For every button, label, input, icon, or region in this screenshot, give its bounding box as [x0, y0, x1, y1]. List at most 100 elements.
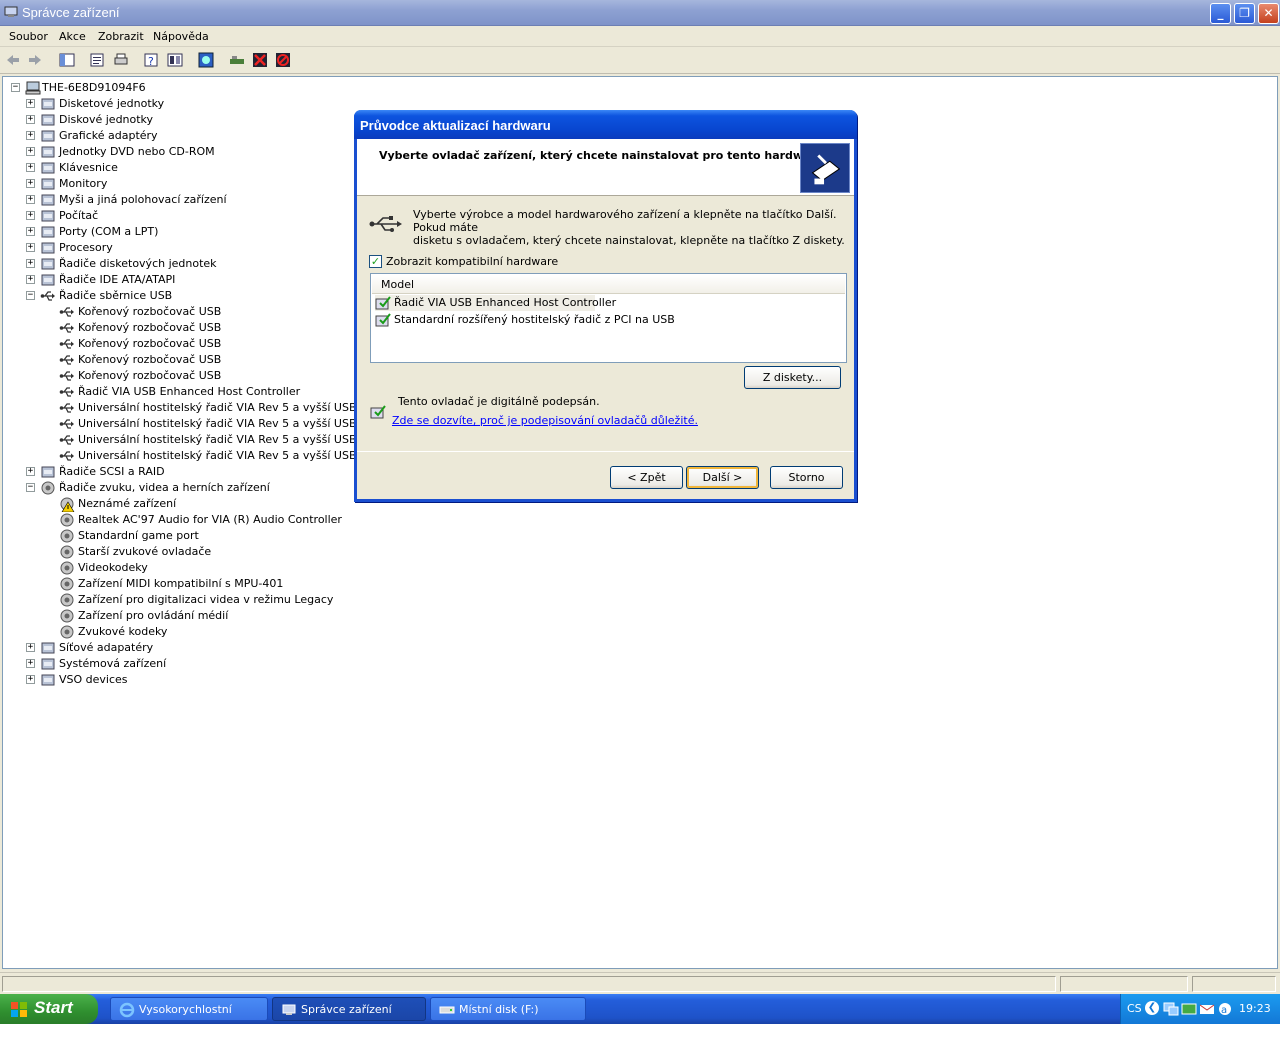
expand-toggle[interactable]: + — [26, 99, 35, 108]
expand-toggle[interactable]: + — [26, 211, 35, 220]
tree-item-label: Zvukové kodeky — [78, 625, 168, 638]
task-device-manager[interactable]: Správce zařízení — [272, 997, 426, 1021]
properties-icon[interactable] — [89, 52, 105, 68]
windows-logo-icon — [11, 1002, 27, 1017]
expand-toggle[interactable]: + — [26, 659, 35, 668]
show-hide-tree-icon[interactable] — [59, 52, 75, 68]
expand-toggle[interactable]: + — [26, 275, 35, 284]
floppy-drive-icon — [41, 98, 55, 110]
system-device-icon — [41, 658, 55, 670]
next-button[interactable]: Další > — [686, 466, 759, 489]
drive-icon — [439, 1006, 455, 1014]
sound-icon — [60, 561, 74, 575]
back-icon[interactable] — [5, 52, 21, 68]
usb-icon — [59, 323, 74, 333]
port-icon — [41, 226, 55, 238]
tree-item-label: Porty (COM a LPT) — [59, 225, 159, 238]
task-local-disk[interactable]: Místní disk (F:) — [430, 997, 586, 1021]
tree-item-label: Klávesnice — [59, 161, 118, 174]
tree-item-label: Realtek AC'97 Audio for VIA (R) Audio Co… — [78, 513, 342, 526]
expand-toggle[interactable]: + — [26, 259, 35, 268]
dialog-header: Vyberte ovladač zařízení, který chcete n… — [357, 139, 854, 196]
cancel-button[interactable]: Storno — [770, 466, 843, 489]
menu-soubor[interactable]: Soubor — [9, 30, 48, 43]
expand-toggle[interactable]: + — [26, 163, 35, 172]
hardware-update-wizard-dialog: Průvodce aktualizací hardwaru Vyberte ov… — [354, 110, 857, 502]
expand-toggle[interactable]: + — [26, 243, 35, 252]
uninstall-icon[interactable] — [252, 52, 268, 68]
forward-icon[interactable] — [27, 52, 43, 68]
print-icon[interactable] — [113, 52, 129, 68]
from-disk-button[interactable]: Z diskety... — [744, 366, 841, 389]
task-label: Místní disk (F:) — [459, 1003, 539, 1016]
expand-toggle[interactable]: + — [26, 195, 35, 204]
back-button[interactable]: < Zpět — [610, 466, 683, 489]
hardware-tray-icon[interactable] — [1181, 1001, 1197, 1017]
keyboard-icon — [41, 162, 55, 174]
tree-item-label: Myši a jiná polohovací zařízení — [59, 193, 227, 206]
view-icon[interactable] — [167, 52, 183, 68]
collapse-toggle[interactable]: − — [26, 291, 35, 300]
tree-item-label: Zařízení pro ovládání médií — [78, 609, 229, 622]
scan-hardware-icon[interactable] — [198, 52, 214, 68]
model-list[interactable]: Model Řadič VIA USB Enhanced Host Contro… — [370, 273, 847, 363]
tray-expand-icon[interactable]: ❮ — [1145, 1001, 1159, 1015]
cdrom-icon — [41, 146, 55, 158]
mouse-icon — [41, 194, 55, 206]
network-adapter-icon — [41, 642, 55, 654]
tree-item-label: Řadiče IDE ATA/ATAPI — [59, 273, 176, 286]
maximize-button[interactable]: ❐ — [1234, 3, 1255, 24]
tree-item-label: Jednotky DVD nebo CD-ROM — [59, 145, 215, 158]
network-tray-icon[interactable] — [1163, 1001, 1179, 1017]
expand-toggle[interactable]: + — [26, 131, 35, 140]
checkbox-box[interactable]: ✓ — [369, 255, 382, 268]
usb-icon — [59, 387, 74, 397]
display-adapter-icon — [41, 130, 55, 142]
task-ie[interactable]: Vysokorychlostní host... — [110, 997, 268, 1040]
status-cell — [1060, 976, 1188, 992]
list-header[interactable]: Model — [372, 275, 845, 294]
language-indicator[interactable]: CS — [1127, 1002, 1142, 1015]
mail-tray-icon[interactable] — [1199, 1001, 1215, 1017]
expand-toggle[interactable]: + — [26, 147, 35, 156]
expand-toggle[interactable]: + — [26, 179, 35, 188]
expand-toggle[interactable]: + — [26, 467, 35, 476]
usb-icon — [40, 291, 55, 301]
tree-item-label: Standardní game port — [78, 529, 199, 542]
minimize-button[interactable]: _ — [1210, 3, 1231, 24]
expand-toggle[interactable]: + — [26, 115, 35, 124]
menu-napoveda[interactable]: Nápověda — [153, 30, 209, 43]
tree-item-label: Diskové jednotky — [59, 113, 154, 126]
sound-icon — [60, 609, 74, 623]
expand-toggle[interactable]: + — [26, 227, 35, 236]
start-button[interactable]: Start — [0, 994, 98, 1024]
signed-text: Tento ovladač je digitálně podepsán. — [398, 395, 600, 408]
tree-item-label: Systémová zařízení — [59, 657, 167, 670]
antivirus-tray-icon[interactable]: a — [1217, 1001, 1233, 1017]
tree-item-label: Kořenový rozbočovač USB — [78, 321, 222, 334]
expand-toggle[interactable]: + — [26, 643, 35, 652]
menu-zobrazit[interactable]: Zobrazit — [98, 30, 144, 43]
title-bar[interactable]: Správce zařízení _ ❐ ✕ — [0, 0, 1280, 26]
usb-icon — [59, 339, 74, 349]
dialog-title-bar[interactable]: Průvodce aktualizací hardwaru — [354, 110, 857, 139]
task-label: Vysokorychlostní host... — [139, 1003, 232, 1040]
tree-item-label: Universální hostitelský řadič VIA Rev 5 … — [78, 449, 357, 462]
collapse-toggle[interactable]: − — [11, 83, 20, 92]
tree-item-label: Neznámé zařízení — [78, 497, 177, 510]
help-icon[interactable]: ? — [143, 52, 159, 68]
disable-icon[interactable] — [275, 52, 291, 68]
expand-toggle[interactable]: + — [26, 675, 35, 684]
tree-item-label: Kořenový rozbočovač USB — [78, 369, 222, 382]
update-driver-icon[interactable] — [229, 52, 245, 68]
list-item[interactable]: Řadič VIA USB Enhanced Host Controller — [375, 295, 616, 311]
menu-akce[interactable]: Akce — [59, 30, 86, 43]
sound-icon — [41, 481, 55, 495]
tree-item-label: Zařízení pro digitalizaci videa v režimu… — [78, 593, 334, 606]
collapse-toggle[interactable]: − — [26, 483, 35, 492]
model-label: Standardní rozšířený hostitelský řadič z… — [394, 313, 675, 326]
usb-icon — [59, 403, 74, 413]
close-button[interactable]: ✕ — [1258, 3, 1279, 24]
tree-item-label: Universální hostitelský řadič VIA Rev 5 … — [78, 433, 357, 446]
driver-signing-link[interactable]: Zde se dozvíte, proč je podepisování ovl… — [392, 414, 698, 427]
